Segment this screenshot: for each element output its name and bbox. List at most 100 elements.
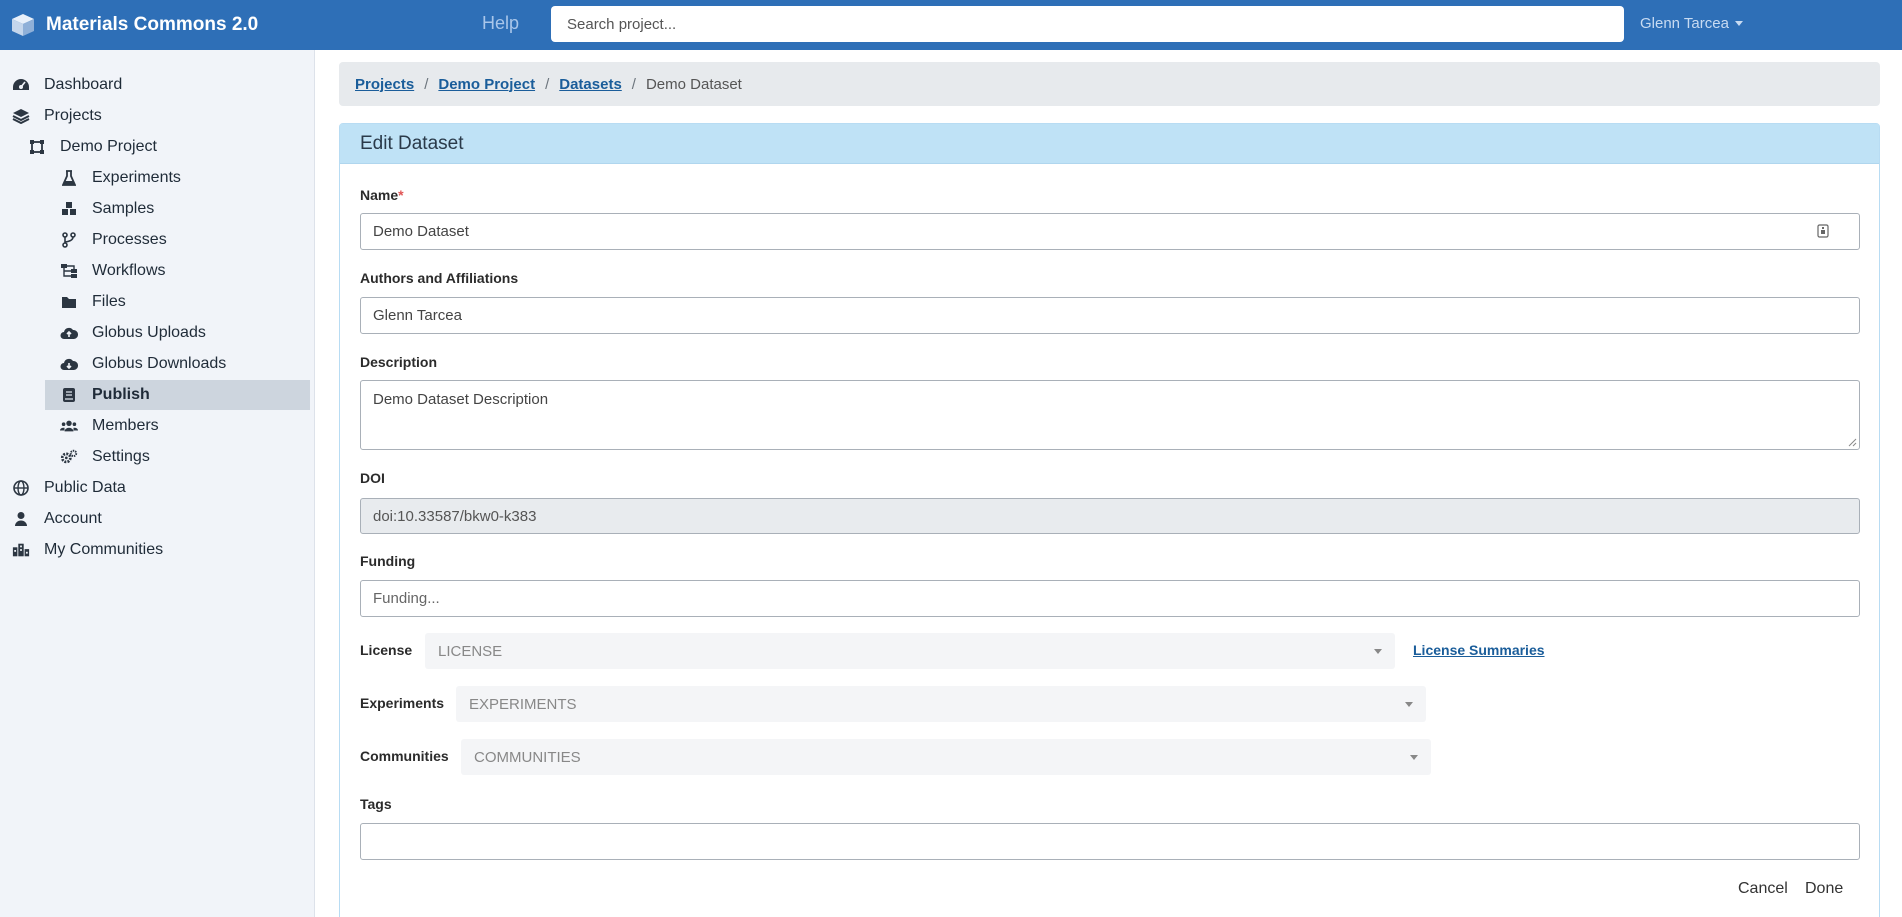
sidebar-item-label: Globus Downloads xyxy=(92,355,227,372)
sidebar-item-files[interactable]: Files xyxy=(60,287,307,317)
sidebar-item-my-communities[interactable]: My Communities xyxy=(12,535,307,565)
name-input[interactable]: Demo Dataset xyxy=(360,213,1860,250)
communities-select[interactable]: COMMUNITIES xyxy=(461,739,1431,775)
brand[interactable]: Materials Commons 2.0 xyxy=(10,12,258,38)
flask-icon xyxy=(60,169,78,187)
cube-logo-icon xyxy=(12,14,34,36)
dropdown-caret-icon xyxy=(1405,702,1413,707)
authors-label: Authors and Affiliations xyxy=(360,270,519,286)
doi-label: DOI xyxy=(360,470,385,486)
funding-input[interactable]: Funding... xyxy=(360,580,1860,617)
sidebar-item-label: Demo Project xyxy=(60,138,157,155)
cloud-download-icon xyxy=(60,355,78,373)
top-navbar: Materials Commons 2.0 Help Glenn Tarcea xyxy=(0,0,1902,50)
cancel-button[interactable]: Cancel xyxy=(1738,880,1788,898)
done-button[interactable]: Done xyxy=(1805,880,1843,898)
cubes-icon xyxy=(60,200,78,218)
tags-input[interactable] xyxy=(360,823,1860,860)
sidebar-item-label: Files xyxy=(92,293,126,310)
city-icon xyxy=(12,541,30,559)
communities-label: Communities xyxy=(360,748,449,764)
sidebar-item-samples[interactable]: Samples xyxy=(60,194,307,224)
sidebar-item-label: Members xyxy=(92,417,159,434)
layers-icon xyxy=(12,107,30,125)
sidebar-item-account[interactable]: Account xyxy=(12,504,307,534)
users-icon xyxy=(60,417,78,435)
experiments-placeholder: EXPERIMENTS xyxy=(469,695,577,713)
breadcrumb-separator: / xyxy=(631,75,636,93)
sidebar-item-label: Processes xyxy=(92,231,167,248)
sidebar-item-globus-downloads[interactable]: Globus Downloads xyxy=(60,349,307,379)
sidebar-item-label: Account xyxy=(44,510,102,527)
sidebar-item-label: Experiments xyxy=(92,169,181,186)
sidebar-item-dashboard[interactable]: Dashboard xyxy=(12,70,307,100)
sidebar-item-label: Globus Uploads xyxy=(92,324,206,341)
branch-icon xyxy=(60,231,78,249)
sidebar-item-globus-uploads[interactable]: Globus Uploads xyxy=(60,318,307,348)
resize-grip-icon[interactable] xyxy=(1848,438,1857,447)
sidebar-item-publish[interactable]: Publish xyxy=(45,380,310,410)
breadcrumb-current: Demo Dataset xyxy=(645,75,742,93)
sidebar: Dashboard Projects Demo Project Experime… xyxy=(0,50,315,917)
folder-icon xyxy=(60,293,78,311)
sidebar-item-experiments[interactable]: Experiments xyxy=(60,163,307,193)
sidebar-item-demo-project[interactable]: Demo Project xyxy=(28,132,307,162)
help-link[interactable]: Help xyxy=(482,13,519,34)
required-mark: * xyxy=(398,187,404,203)
funding-placeholder: Funding... xyxy=(373,590,440,607)
sidebar-item-label: My Communities xyxy=(44,541,164,558)
globe-icon xyxy=(12,479,30,497)
sidebar-item-label: Samples xyxy=(92,200,155,217)
doi-value: doi:10.33587/bkw0-k383 xyxy=(373,507,537,525)
sidebar-item-settings[interactable]: Settings xyxy=(60,442,307,472)
name-label-text: Name xyxy=(360,187,399,203)
caret-down-icon xyxy=(1734,21,1743,26)
sidebar-item-label: Publish xyxy=(92,386,150,403)
breadcrumb-datasets[interactable]: Datasets xyxy=(559,76,622,93)
cogs-icon xyxy=(60,448,78,466)
sidebar-item-label: Projects xyxy=(44,107,102,124)
cloud-upload-icon xyxy=(60,324,78,342)
experiments-select[interactable]: EXPERIMENTS xyxy=(456,686,1426,722)
search-input[interactable] xyxy=(551,6,1624,42)
sidebar-item-projects[interactable]: Projects xyxy=(12,101,307,131)
sidebar-item-members[interactable]: Members xyxy=(60,411,307,441)
authors-input[interactable]: Glenn Tarcea xyxy=(360,297,1860,334)
breadcrumb: Projects / Demo Project / Datasets / Dem… xyxy=(339,62,1880,106)
app-title: Materials Commons 2.0 xyxy=(46,14,259,35)
sitemap-icon xyxy=(60,262,78,280)
authors-value: Glenn Tarcea xyxy=(373,307,462,324)
card-title: Edit Dataset xyxy=(340,124,1879,164)
sidebar-item-workflows[interactable]: Workflows xyxy=(60,256,307,286)
breadcrumb-demo-project[interactable]: Demo Project xyxy=(438,76,535,93)
breadcrumb-separator: / xyxy=(424,75,429,93)
book-icon xyxy=(60,386,78,404)
breadcrumb-separator: / xyxy=(545,75,550,93)
breadcrumb-projects[interactable]: Projects xyxy=(355,76,414,93)
sidebar-item-processes[interactable]: Processes xyxy=(60,225,307,255)
dropdown-caret-icon xyxy=(1374,649,1382,654)
user-icon xyxy=(12,510,30,528)
user-name: Glenn Tarcea xyxy=(1640,15,1729,32)
experiments-label: Experiments xyxy=(360,695,445,711)
tags-label: Tags xyxy=(360,796,392,812)
user-menu[interactable]: Glenn Tarcea xyxy=(1640,15,1743,32)
license-summaries-link[interactable]: License Summaries xyxy=(1413,642,1545,658)
funding-label: Funding xyxy=(360,553,416,569)
name-value: Demo Dataset xyxy=(373,223,469,240)
sidebar-item-label: Dashboard xyxy=(44,76,123,93)
sidebar-item-label: Workflows xyxy=(92,262,166,279)
sidebar-item-label: Settings xyxy=(92,448,150,465)
password-manager-icon[interactable] xyxy=(1817,224,1829,238)
sidebar-item-public-data[interactable]: Public Data xyxy=(12,473,307,503)
license-label: License xyxy=(360,642,413,658)
name-label: Name* xyxy=(360,187,404,203)
sidebar-item-label: Public Data xyxy=(44,479,126,496)
dashboard-icon xyxy=(12,76,30,94)
description-textarea[interactable]: Demo Dataset Description xyxy=(360,380,1860,450)
communities-placeholder: COMMUNITIES xyxy=(474,748,581,766)
license-placeholder: LICENSE xyxy=(438,642,503,660)
license-select[interactable]: LICENSE xyxy=(425,633,1395,669)
project-icon xyxy=(28,138,46,156)
description-value: Demo Dataset Description xyxy=(373,391,549,408)
